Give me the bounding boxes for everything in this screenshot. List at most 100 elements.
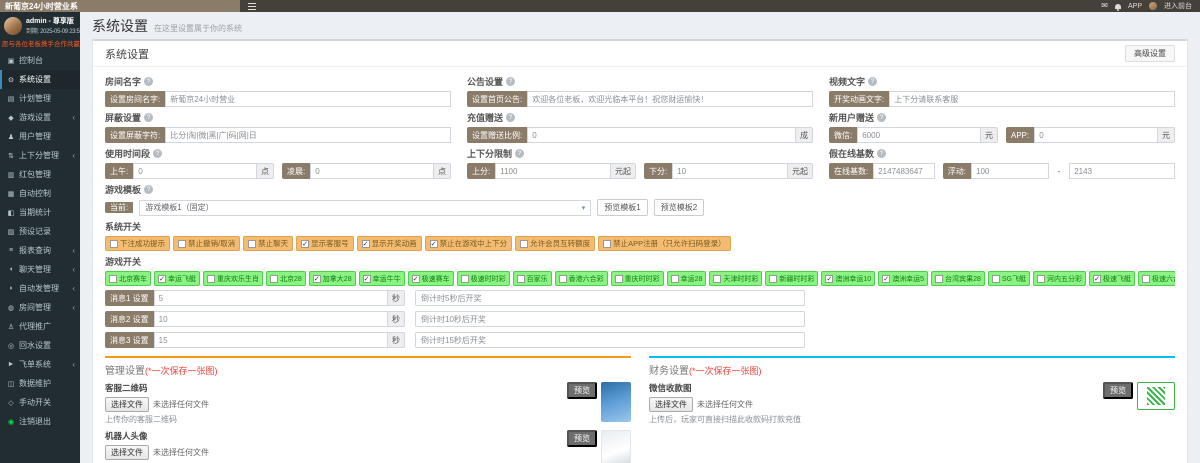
game-toggle-16[interactable]: ✓ 澳洲幸运5 xyxy=(878,271,929,286)
game-toggle-21[interactable]: 极速六合彩 xyxy=(1138,271,1175,286)
wechat-payment-preview-button[interactable]: 预览 xyxy=(1103,382,1133,399)
block-words-input[interactable]: 比分|淘|微|黑|广|码|网|日 xyxy=(165,127,451,143)
game-toggle-2[interactable]: ✓ 幸运飞艇 xyxy=(154,271,200,286)
online-base-prefix-label: 浮动: xyxy=(942,163,972,179)
online-base-input[interactable]: 2143 xyxy=(1069,163,1176,179)
updown-limit-input[interactable]: 10 xyxy=(672,163,788,179)
game-toggle-11[interactable]: 重庆时时彩 xyxy=(610,271,664,286)
online-base-group: 浮动: 100 xyxy=(942,163,1049,179)
sidebar-item-game-settings[interactable]: ◆ 游戏设置 ‹ xyxy=(0,108,80,127)
sidebar-item-autosend-management[interactable]: ◗ 自动发管理 ‹ xyxy=(0,279,80,298)
enter-front-link[interactable]: 进入前台 xyxy=(1164,1,1192,11)
video-text-input[interactable]: 上下分请联系客服 xyxy=(889,91,1175,107)
game-toggle-20[interactable]: ✓ 极速飞艇 xyxy=(1089,271,1136,286)
game-toggle-5[interactable]: ✓ 加拿大28 xyxy=(308,271,356,286)
sidebar-item-label: 当期统计 xyxy=(19,208,51,217)
message1-seconds-input[interactable]: 5 xyxy=(153,290,388,306)
updown-limit-input[interactable]: 1100 xyxy=(495,163,611,179)
page-subtitle: 在这里设置属于你的系统 xyxy=(154,24,242,33)
sidebar-item-label: 回水设置 xyxy=(19,341,51,350)
game-toggle-17[interactable]: 台湾宾果28 xyxy=(931,271,985,286)
help-icon: ? xyxy=(144,113,154,122)
message2-seconds-input[interactable]: 10 xyxy=(153,311,388,327)
help-icon: ? xyxy=(877,149,887,158)
game-toggle-18[interactable]: SG飞艇 xyxy=(987,271,1031,286)
message3-seconds-input[interactable]: 15 xyxy=(153,332,388,348)
game-toggle-7[interactable]: ✓ 极速赛车 xyxy=(407,271,454,286)
game-toggle-3[interactable]: 重庆欢乐生肖 xyxy=(203,271,263,286)
sidebar-item-room-management[interactable]: ◍ 房间管理 ‹ xyxy=(0,298,80,317)
room-name-field: 设置房间名字: 新葡京24小时营业 xyxy=(105,91,451,107)
sidebar-item-flyorder-system[interactable]: ► 飞单系统 ‹ xyxy=(0,355,80,374)
message2-text-input[interactable]: 倒计时10秒后开奖 xyxy=(415,311,805,327)
game-toggle-13[interactable]: 天津时时彩 xyxy=(709,271,763,286)
message1-text-input[interactable]: 倒计时5秒后开奖 xyxy=(415,290,805,306)
sidebar-item-user-management[interactable]: ♟ 用户管理 xyxy=(0,127,80,146)
game-template-select[interactable]: 游戏模板1（固定） ▾ xyxy=(139,199,592,216)
game-toggle-label: 极速赛车 xyxy=(421,275,450,283)
system-toggle-8[interactable]: 禁止APP注册（只允许扫码登录） xyxy=(598,236,731,251)
room-name-input[interactable]: 新葡京24小时营业 xyxy=(165,91,451,107)
sidebar-item-manual-switch[interactable]: ◇ 手动开关 xyxy=(0,393,80,412)
game-toggle-15[interactable]: ✓ 澳洲幸运10 xyxy=(821,271,876,286)
customer-service-qrcode-choose-file-button[interactable]: 选择文件 xyxy=(105,397,149,412)
online-base-input[interactable]: 100 xyxy=(971,163,1049,179)
system-settings-panel: 系统设置 高级设置 房间名字? 公告设置? 视频文字? 设置房间名字: 新葡京24小时营… xyxy=(92,39,1188,463)
sidebar-item-agent-promotion[interactable]: ♙ 代理推广 xyxy=(0,317,80,336)
game-toggle-12[interactable]: 幸运28 xyxy=(666,271,707,286)
message3-text-input[interactable]: 倒计时15秒后开奖 xyxy=(415,332,805,348)
sidebar-item-logout[interactable]: ◉ 注销退出 xyxy=(0,412,80,431)
sidebar-item-plan-management[interactable]: ▤ 计划管理 xyxy=(0,89,80,108)
preview-template-1-button[interactable]: 预览模板1 xyxy=(597,199,648,216)
mail-icon[interactable]: ✉ xyxy=(1101,2,1108,10)
new-user-bonus-input[interactable]: 0 xyxy=(1034,127,1158,143)
usage-time-input[interactable]: 0 xyxy=(310,163,434,179)
usage-time-input[interactable]: 0 xyxy=(133,163,257,179)
game-toggle-1[interactable]: 北京赛车 xyxy=(105,271,151,286)
app-download-link[interactable]: APP xyxy=(1128,3,1142,10)
new-user-bonus-input[interactable]: 6000 xyxy=(857,127,981,143)
advanced-settings-button[interactable]: 高级设置 xyxy=(1125,45,1175,62)
checkbox-icon xyxy=(516,274,525,283)
sidebar-item-redpacket-management[interactable]: ▥ 红包管理 xyxy=(0,165,80,184)
online-base-input[interactable]: 2147483647 xyxy=(873,163,935,179)
sidebar-item-report-query[interactable]: ≡ 报表查询 ‹ xyxy=(0,241,80,260)
sidebar-item-chat-management[interactable]: ◖ 聊天管理 ‹ xyxy=(0,260,80,279)
sidebar-toggle-icon[interactable] xyxy=(248,5,256,7)
sidebar-item-preset-records[interactable]: ▨ 预设记录 xyxy=(0,222,80,241)
sidebar-item-data-maintenance[interactable]: ◫ 数据维护 xyxy=(0,374,80,393)
range-separator: - xyxy=(1057,166,1061,176)
announcement-input[interactable]: 欢迎各位老板，欢迎光临本平台！祝您财运愉快！ xyxy=(527,91,813,107)
recharge-bonus-input[interactable]: 0 xyxy=(527,127,796,143)
sidebar-item-console[interactable]: ▣ 控制台 xyxy=(0,51,80,70)
game-toggle-19[interactable]: 河内五分彩 xyxy=(1033,271,1087,286)
system-toggle-3[interactable]: 禁止聊天 xyxy=(243,236,294,251)
game-toggle-9[interactable]: 百家乐 xyxy=(512,271,552,286)
sidebar-item-system-settings[interactable]: ⊙ 系统设置 xyxy=(0,70,80,89)
sidebar-item-rebate-settings[interactable]: ◎ 回水设置 xyxy=(0,336,80,355)
game-toggle-10[interactable]: 香港六合彩 xyxy=(554,271,608,286)
game-toggle-6[interactable]: ✓ 幸运牛牛 xyxy=(358,271,405,286)
game-toggle-8[interactable]: 极速时时彩 xyxy=(456,271,510,286)
left-image-section: 管理设置(*一次保存一张图) 客服二维码 选择文件 未选择任何文件 上传你的客服二维码预… xyxy=(105,356,631,463)
game-toggle-4[interactable]: 北京28 xyxy=(266,271,306,286)
system-switch-row: 下注成功提示 禁止撤销/取消 禁止聊天 ✓ 显示客服号 ✓ 显示开奖动画 ✓ 禁止在游戏中上下分… xyxy=(105,236,1175,251)
customer-service-qrcode-preview-button[interactable]: 预览 xyxy=(567,382,597,399)
bell-icon[interactable] xyxy=(1114,3,1121,11)
preview-template-2-button[interactable]: 预览模板2 xyxy=(653,199,705,216)
sidebar-item-updown-management[interactable]: ⇅ 上下分管理 ‹ xyxy=(0,146,80,165)
system-toggle-1[interactable]: 下注成功提示 xyxy=(105,236,170,251)
robot-avatar-preview-button[interactable]: 预览 xyxy=(567,430,597,447)
system-toggle-6[interactable]: ✓ 禁止在游戏中上下分 xyxy=(424,236,513,251)
system-toggle-label: 允许会员互转额度 xyxy=(530,239,591,248)
system-toggle-4[interactable]: ✓ 显示客服号 xyxy=(296,236,354,251)
robot-avatar-choose-file-button[interactable]: 选择文件 xyxy=(105,445,149,460)
system-toggle-7[interactable]: 允许会员互转额度 xyxy=(515,236,596,251)
sidebar-item-current-stats[interactable]: ◧ 当期统计 xyxy=(0,203,80,222)
game-toggle-14[interactable]: 新疆时时彩 xyxy=(765,271,819,286)
wechat-payment-choose-file-button[interactable]: 选择文件 xyxy=(649,397,693,412)
sidebar-item-auto-control[interactable]: ▦ 自动控制 xyxy=(0,184,80,203)
system-toggle-2[interactable]: 禁止撤销/取消 xyxy=(173,236,241,251)
power-icon: ◉ xyxy=(7,418,15,426)
system-toggle-5[interactable]: ✓ 显示开奖动画 xyxy=(356,236,422,251)
